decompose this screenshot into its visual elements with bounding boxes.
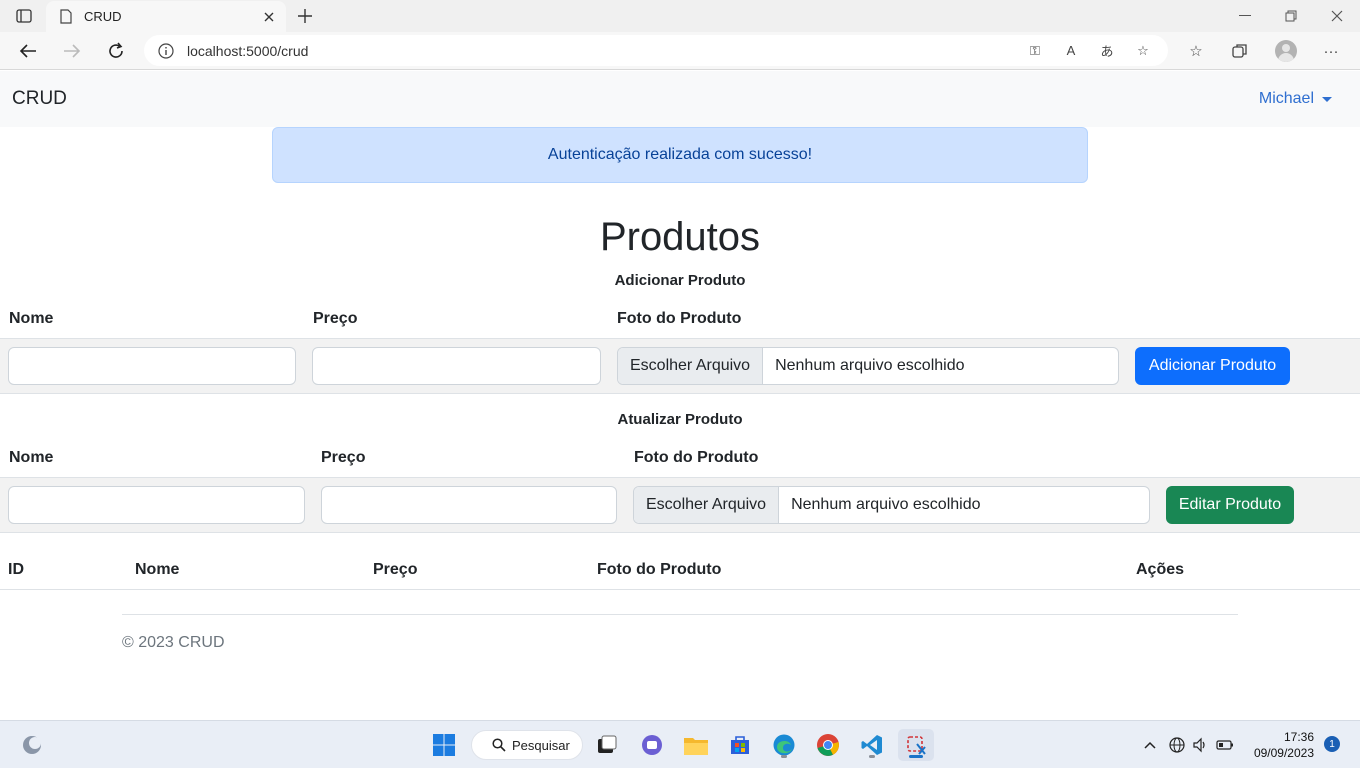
- task-view-icon[interactable]: [591, 729, 623, 761]
- minimize-icon[interactable]: [1222, 0, 1268, 32]
- taskbar-clock[interactable]: 17:36 09/09/2023: [1254, 729, 1314, 761]
- edit-nome-input[interactable]: [8, 486, 305, 524]
- success-alert: Autenticação realizada com sucesso!: [272, 127, 1088, 183]
- navbar-brand[interactable]: CRUD: [12, 88, 67, 110]
- forward-icon[interactable]: [58, 37, 86, 65]
- add-col-nome: Nome: [9, 310, 54, 327]
- add-preco-input[interactable]: [312, 347, 601, 385]
- new-tab-icon[interactable]: [292, 4, 318, 28]
- notification-badge[interactable]: 1: [1324, 736, 1340, 752]
- address-bar[interactable]: localhost:5000/crud ⚿ A あ ☆: [144, 35, 1168, 66]
- clock-date: 09/09/2023: [1253, 746, 1314, 760]
- weather-widget-icon[interactable]: [16, 729, 48, 761]
- add-col-foto: Foto do Produto: [617, 310, 742, 327]
- more-options-icon[interactable]: ···: [1318, 39, 1344, 63]
- close-window-icon[interactable]: [1314, 0, 1360, 32]
- network-icon[interactable]: [1166, 729, 1188, 761]
- footer-text: © 2023 CRUD: [122, 634, 225, 651]
- user-name: Michael: [1258, 90, 1314, 107]
- profile-avatar[interactable]: [1275, 40, 1297, 62]
- close-tab-icon[interactable]: [258, 6, 280, 28]
- chevron-up-icon[interactable]: [1138, 729, 1162, 761]
- read-aloud-icon[interactable]: A: [1060, 40, 1082, 62]
- url-text: localhost:5000/crud: [187, 42, 309, 59]
- tab-actions-icon[interactable]: [12, 7, 36, 25]
- table-col-foto: Foto do Produto: [597, 561, 722, 578]
- back-icon[interactable]: [14, 37, 42, 65]
- alert-message: Autenticação realizada com sucesso!: [547, 146, 813, 163]
- chrome-icon[interactable]: [812, 729, 844, 761]
- tab-title: CRUD: [84, 9, 122, 24]
- add-product-heading: Adicionar Produto: [614, 272, 746, 289]
- edit-product-heading: Atualizar Produto: [617, 411, 743, 428]
- edge-icon[interactable]: [768, 729, 800, 761]
- chat-icon[interactable]: [636, 729, 668, 761]
- caret-down-icon: [1322, 96, 1332, 102]
- refresh-icon[interactable]: [102, 37, 130, 65]
- edit-preco-input[interactable]: [321, 486, 617, 524]
- page-title: Produtos: [599, 215, 761, 259]
- store-icon[interactable]: [724, 729, 756, 761]
- edit-file-status: Nenhum arquivo escolhido: [791, 496, 981, 513]
- add-file-input[interactable]: Escolher Arquivo Nenhum arquivo escolhid…: [617, 347, 1119, 385]
- user-menu[interactable]: Michael: [1259, 90, 1332, 108]
- table-col-nome: Nome: [135, 561, 180, 578]
- taskbar-search-label: Pesquisar: [512, 737, 570, 753]
- add-col-preco: Preço: [313, 310, 358, 327]
- browser-tab[interactable]: CRUD: [46, 1, 286, 32]
- page-icon: [58, 9, 74, 25]
- edit-col-foto: Foto do Produto: [634, 449, 759, 466]
- favorites-icon[interactable]: ☆: [1183, 39, 1209, 63]
- edit-col-preco: Preço: [321, 449, 366, 466]
- edge-running-indicator: [781, 755, 787, 758]
- app-navbar: CRUD Michael: [0, 71, 1360, 127]
- collections-icon[interactable]: [1227, 39, 1253, 63]
- table-col-acoes: Ações: [1136, 561, 1185, 578]
- table-col-preco: Preço: [373, 561, 418, 578]
- edit-col-nome: Nome: [9, 449, 54, 466]
- taskbar-search[interactable]: Pesquisar: [471, 730, 583, 760]
- footer-divider: [122, 614, 1238, 615]
- add-nome-input[interactable]: [8, 347, 296, 385]
- add-choose-file-button[interactable]: Escolher Arquivo: [618, 348, 764, 384]
- edit-choose-file-button[interactable]: Escolher Arquivo: [634, 487, 780, 523]
- search-icon: [492, 738, 506, 752]
- add-file-status: Nenhum arquivo escolhido: [775, 357, 965, 374]
- edit-file-input[interactable]: Escolher Arquivo Nenhum arquivo escolhid…: [633, 486, 1150, 524]
- add-favorite-icon[interactable]: ☆: [1132, 40, 1154, 62]
- vscode-icon[interactable]: [856, 729, 888, 761]
- start-icon[interactable]: [428, 729, 460, 761]
- edit-product-button[interactable]: Editar Produto: [1166, 486, 1294, 524]
- site-info-icon[interactable]: [157, 42, 175, 60]
- volume-icon[interactable]: [1189, 729, 1211, 761]
- clock-time: 17:36: [1283, 730, 1314, 744]
- battery-icon[interactable]: [1214, 729, 1236, 761]
- snipping-tool-icon[interactable]: [898, 729, 934, 761]
- browser-tab-bar: CRUD: [0, 0, 1360, 32]
- translate-icon[interactable]: あ: [1096, 40, 1118, 62]
- file-explorer-icon[interactable]: [680, 729, 712, 761]
- browser-toolbar: localhost:5000/crud ⚿ A あ ☆ ☆ ···: [0, 32, 1360, 70]
- vscode-running-indicator: [869, 755, 875, 758]
- table-col-id: ID: [8, 561, 24, 578]
- taskbar: Pesquisar 17:36 09/09/2023: [0, 720, 1360, 768]
- add-product-button[interactable]: Adicionar Produto: [1135, 347, 1290, 385]
- table-header-divider: [0, 589, 1360, 590]
- restore-icon[interactable]: [1268, 0, 1314, 32]
- snipping-tool-active-indicator: [909, 755, 923, 758]
- key-icon[interactable]: ⚿: [1024, 40, 1046, 62]
